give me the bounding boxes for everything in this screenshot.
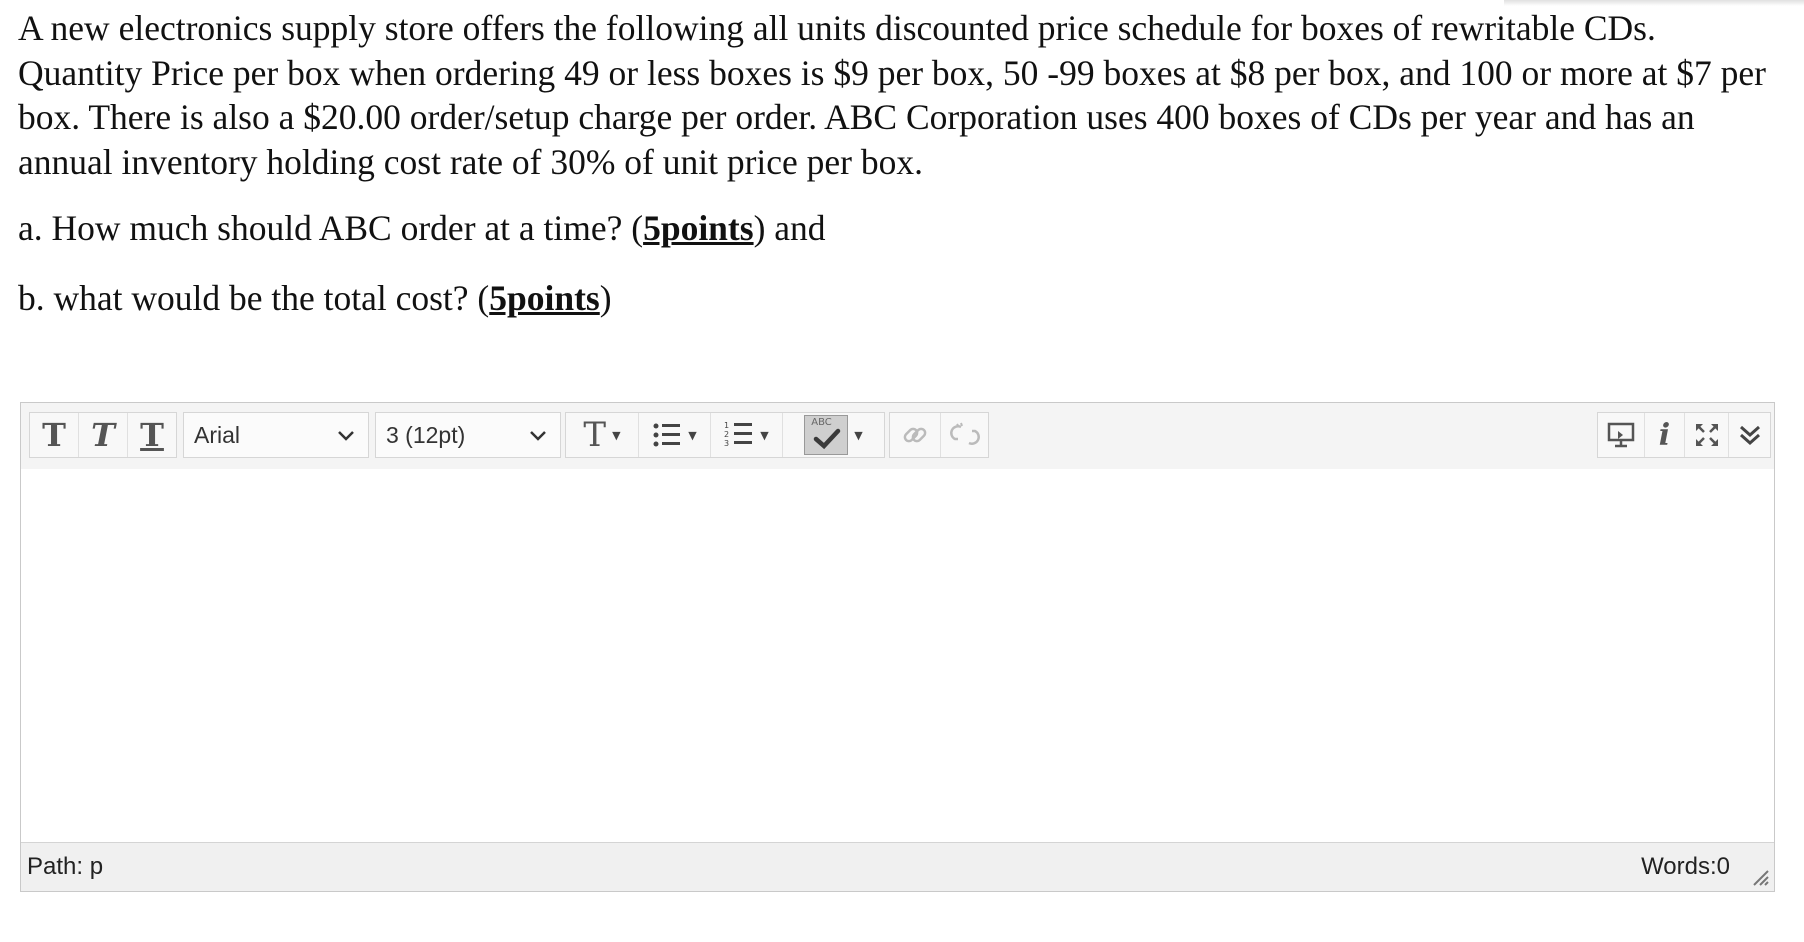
question-part-a: a. How much should ABC order at a time? … — [18, 206, 1788, 250]
link-icon — [903, 427, 927, 443]
font-size-value: 3 (12pt) — [386, 421, 466, 448]
italic-icon: T — [91, 416, 115, 454]
font-family-value: Arial — [194, 421, 241, 448]
dropdown-caret-icon: ▼ — [688, 428, 697, 442]
bold-button[interactable]: T — [30, 413, 78, 457]
question-paragraph: A new electronics supply store offers th… — [18, 8, 1766, 182]
numbered-list-button[interactable]: 1 2 3 ▼ — [710, 413, 782, 457]
collapse-icon — [1739, 425, 1760, 446]
editor-toolbar: T T T Arial 3 (12pt) T ▼ ▼ 1 2 3 ▼ ABC ▼… — [21, 403, 1774, 470]
underline-button[interactable]: T — [127, 413, 176, 457]
bullet-list-icon — [653, 423, 681, 447]
text-color-button[interactable]: T ▼ — [566, 413, 638, 457]
bold-icon: T — [42, 416, 66, 454]
format-group: T ▼ ▼ 1 2 3 ▼ ABC ▼ — [565, 412, 885, 458]
question-part-b: b. what would be the total cost? (5point… — [18, 276, 1788, 320]
preview-icon — [1607, 422, 1635, 448]
part-a-points: 5points — [643, 208, 754, 248]
text-color-icon: T — [583, 415, 607, 455]
editor-status-bar: Path: p Words:0 — [21, 842, 1774, 891]
dropdown-caret-icon: ▼ — [854, 428, 863, 442]
question-text: A new electronics supply store offers th… — [18, 6, 1788, 320]
spellcheck-button[interactable]: ABC ▼ — [782, 413, 884, 457]
part-b-points: 5points — [489, 278, 600, 318]
dropdown-caret-icon: ▼ — [612, 428, 621, 442]
svg-text:3: 3 — [724, 439, 729, 448]
text-style-group: T T T — [29, 412, 177, 458]
font-family-select[interactable]: Arial — [183, 412, 369, 458]
info-button[interactable]: i — [1644, 413, 1684, 457]
preview-button[interactable] — [1598, 413, 1644, 457]
info-icon: i — [1658, 417, 1671, 453]
svg-text:2: 2 — [724, 430, 729, 439]
italic-button[interactable]: T — [78, 413, 127, 457]
svg-text:1: 1 — [724, 421, 729, 430]
underline-icon: T — [140, 416, 164, 454]
fullscreen-icon — [1695, 424, 1718, 446]
part-b-suffix: ) — [599, 278, 612, 318]
chevron-down-icon — [530, 431, 546, 441]
editor-content-area[interactable] — [21, 469, 1774, 843]
spellcheck-label: ABC — [811, 417, 832, 428]
bullet-list-button[interactable]: ▼ — [638, 413, 710, 457]
chevron-down-icon — [338, 431, 354, 441]
word-count: Words:0 — [1641, 853, 1730, 880]
dropdown-caret-icon: ▼ — [760, 428, 769, 442]
element-path: Path: p — [27, 853, 104, 880]
rich-text-editor: T T T Arial 3 (12pt) T ▼ ▼ 1 2 3 ▼ ABC ▼… — [20, 402, 1775, 892]
font-size-select[interactable]: 3 (12pt) — [375, 412, 561, 458]
numbered-list-icon: 1 2 3 — [724, 421, 753, 448]
part-b-text: b. what would be the total cost? ( — [18, 278, 490, 318]
part-a-suffix: ) and — [753, 208, 826, 248]
collapse-button[interactable] — [1728, 413, 1770, 457]
link-group — [889, 412, 989, 458]
part-a-text: a. How much should ABC order at a time? … — [18, 208, 644, 248]
unlink-icon — [949, 422, 980, 445]
link-button[interactable] — [890, 413, 940, 457]
spellcheck-icon: ABC — [804, 415, 849, 455]
fullscreen-button[interactable] — [1684, 413, 1728, 457]
resize-handle-icon[interactable] — [1748, 865, 1770, 887]
view-group: i — [1597, 412, 1771, 458]
unlink-button[interactable] — [940, 413, 988, 457]
